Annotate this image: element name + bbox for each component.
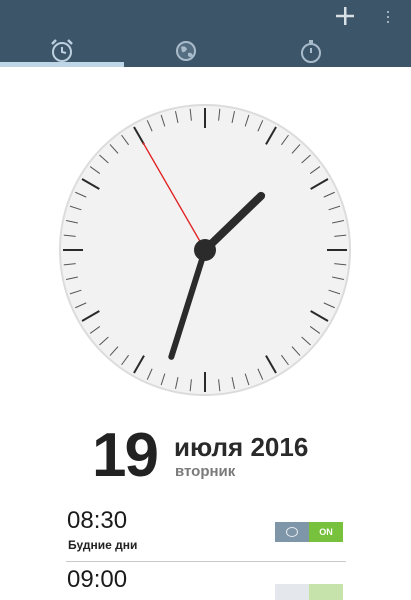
- toggle-on-side: [309, 584, 343, 600]
- toggle-knob-icon: [286, 527, 298, 537]
- alarm-repeat-days: Будние дни: [68, 538, 138, 552]
- selected-tab-indicator: [0, 62, 124, 67]
- tab-world-clock[interactable]: [171, 36, 201, 66]
- date-weekday: вторник: [175, 463, 236, 480]
- tab-stopwatch[interactable]: [296, 36, 326, 66]
- toggle-off-side: [275, 522, 309, 542]
- date-month-year: июля 2016: [174, 432, 309, 462]
- alarm-time: 08:30: [67, 507, 128, 534]
- list-divider: [66, 561, 346, 562]
- alarm-item[interactable]: 09:00: [0, 565, 411, 600]
- date-day: 19: [92, 421, 159, 490]
- alarm-enable-toggle[interactable]: ON: [275, 522, 343, 542]
- overflow-menu-icon: [387, 11, 389, 23]
- overflow-menu-button[interactable]: [381, 8, 395, 26]
- stopwatch-icon: [301, 40, 321, 63]
- plus-icon: [336, 7, 354, 25]
- toggle-on-label: ON: [309, 522, 343, 542]
- clock-center-cap: [194, 239, 216, 261]
- action-bar: [0, 0, 411, 67]
- add-alarm-button[interactable]: [334, 5, 356, 27]
- alarm-enable-toggle[interactable]: [275, 584, 343, 600]
- alarm-item[interactable]: 08:30 Будние дни ON: [0, 506, 411, 562]
- globe-icon: [176, 41, 196, 61]
- alarm-time: 09:00: [67, 566, 128, 593]
- analog-clock: [58, 103, 352, 397]
- toggle-off-side: [275, 584, 309, 600]
